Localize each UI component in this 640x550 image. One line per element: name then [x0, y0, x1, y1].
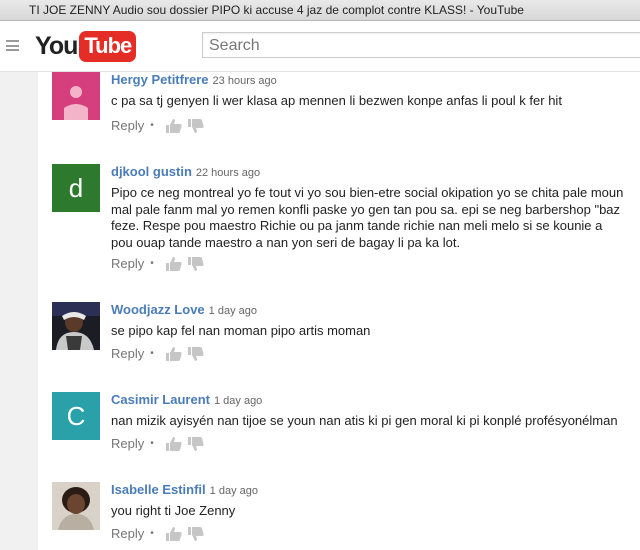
comment-text: nan mizik ayisyén nan tijoe se youn nan … [111, 413, 618, 428]
comment-author[interactable]: Hergy Petitfrere 23 hours ago [111, 72, 277, 87]
default-user-icon [52, 72, 100, 120]
comments-section: Hergy Petitfrere 23 hours ago c pa sa tj … [38, 72, 640, 550]
separator-dot: • [150, 438, 154, 449]
separator-dot: • [150, 528, 154, 539]
thumbs-down-icon[interactable] [187, 256, 204, 271]
avatar-letter: d [68, 173, 84, 203]
thumbs-up-icon[interactable] [165, 436, 182, 451]
comment-actions: Reply • [111, 526, 204, 541]
reply-button[interactable]: Reply [111, 526, 144, 541]
avatar[interactable] [52, 302, 100, 350]
avatar[interactable]: d [52, 164, 100, 212]
thumbs-down-icon[interactable] [187, 346, 204, 361]
reply-button[interactable]: Reply [111, 436, 144, 451]
reply-button[interactable]: Reply [111, 346, 144, 361]
window-title-bar: TI JOE ZENNY Audio sou dossier PIPO ki a… [0, 0, 640, 21]
thumbs-up-icon[interactable] [165, 118, 182, 133]
user-photo-icon [52, 482, 100, 530]
menu-icon[interactable] [6, 40, 19, 51]
window-title: TI JOE ZENNY Audio sou dossier PIPO ki a… [29, 3, 524, 17]
thumbs-up-icon[interactable] [165, 346, 182, 361]
thumbs-down-icon[interactable] [187, 118, 204, 133]
masthead: You Tube Search [0, 21, 640, 72]
comment-author[interactable]: Casimir Laurent 1 day ago [111, 392, 262, 407]
comment-time[interactable]: 22 hours ago [196, 167, 260, 179]
user-photo-icon [52, 302, 100, 350]
comment-time[interactable]: 1 day ago [214, 395, 262, 407]
separator-dot: • [150, 348, 154, 359]
avatar[interactable] [52, 482, 100, 530]
comment-author[interactable]: Woodjazz Love 1 day ago [111, 302, 257, 317]
avatar[interactable]: C [52, 392, 100, 440]
comment-actions: Reply • [111, 436, 204, 451]
thumbs-up-icon[interactable] [165, 526, 182, 541]
comment-text: c pa sa tj genyen li wer klasa ap mennen… [111, 93, 562, 108]
comment-author[interactable]: djkool gustin 22 hours ago [111, 164, 260, 179]
thumbs-down-icon[interactable] [187, 526, 204, 541]
search-placeholder: Search [209, 37, 260, 54]
youtube-logo[interactable]: You Tube [35, 29, 137, 63]
comment-actions: Reply • [111, 346, 204, 361]
comment-actions: Reply • [111, 118, 204, 133]
comment-time[interactable]: 1 day ago [210, 485, 258, 497]
comment-text: se pipo kap fel nan moman pipo artis mom… [111, 323, 371, 338]
comment-text: you right ti Joe Zenny [111, 503, 236, 518]
avatar-letter: C [66, 401, 86, 431]
logo-tube-text: Tube [79, 30, 137, 62]
comment-actions: Reply • [111, 256, 204, 271]
comment-text: Pipo ce neg montreal yo fe tout vi yo so… [111, 185, 624, 250]
separator-dot: • [150, 120, 154, 131]
comment-time[interactable]: 23 hours ago [213, 75, 277, 87]
search-input[interactable]: Search [202, 32, 640, 58]
comment-time[interactable]: 1 day ago [209, 305, 257, 317]
thumbs-up-icon[interactable] [165, 256, 182, 271]
avatar[interactable] [52, 72, 100, 120]
thumbs-down-icon[interactable] [187, 436, 204, 451]
separator-dot: • [150, 258, 154, 269]
comment-author[interactable]: Isabelle Estinfil 1 day ago [111, 482, 258, 497]
reply-button[interactable]: Reply [111, 118, 144, 133]
logo-you-text: You [35, 31, 78, 60]
reply-button[interactable]: Reply [111, 256, 144, 271]
